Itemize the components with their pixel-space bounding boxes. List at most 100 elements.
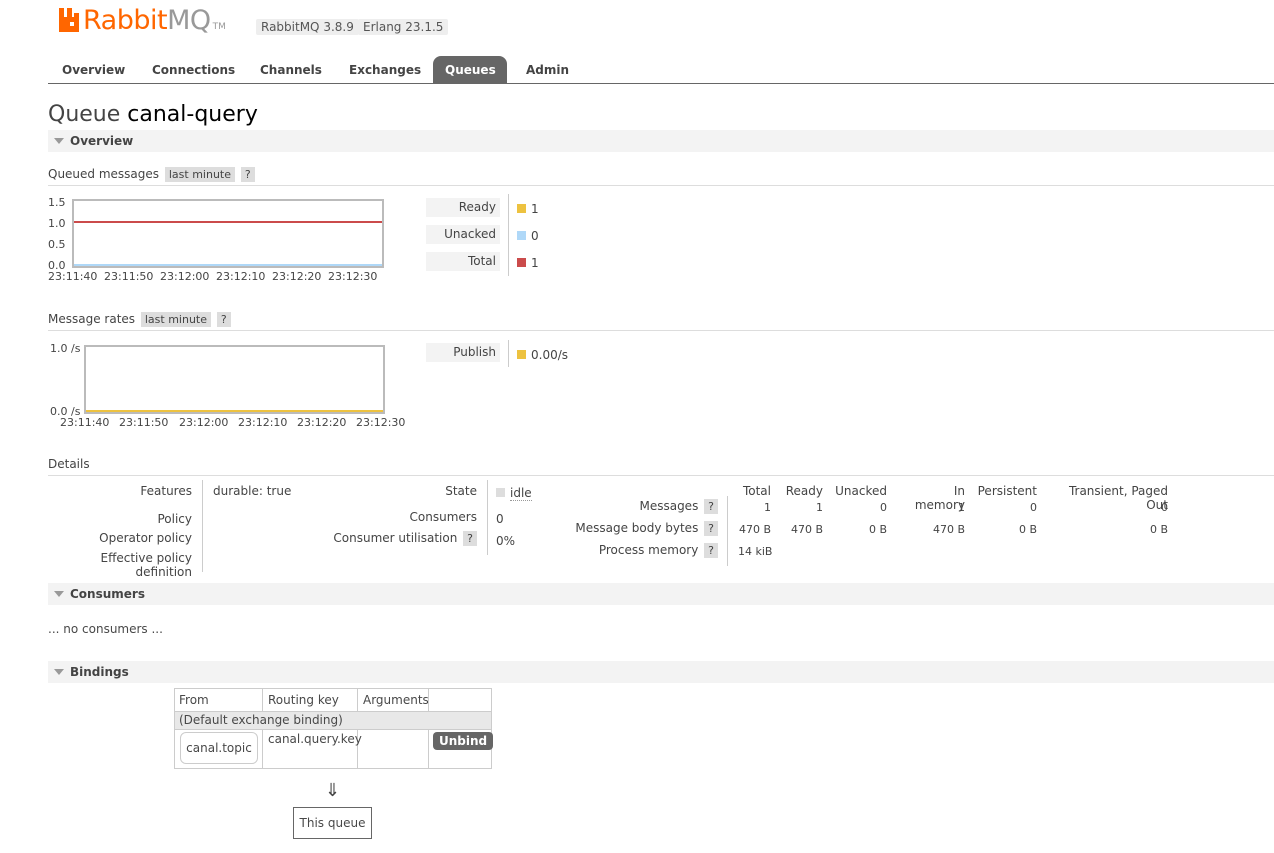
rates-x-tick: 23:11:50 [119,416,169,429]
unacked-swatch [517,231,526,240]
page-title: Queue canal-query [48,102,258,127]
binding-source-exchange[interactable]: canal.topic [180,732,258,764]
table-divider [428,730,429,768]
body-bytes-in-memory: 470 B [932,523,965,536]
rates-help-icon[interactable]: ? [216,312,231,327]
messages-unacked: 0 [880,501,887,514]
legend-ready-value: 1 [517,202,539,216]
body-bytes-help-icon[interactable]: ? [704,521,718,536]
queued-help-icon[interactable]: ? [240,167,255,182]
col-arguments: Arguments [363,693,429,707]
consumer-util-help-icon[interactable]: ? [463,531,477,546]
col-unacked: Unacked [835,484,887,498]
state-label: State [445,484,477,498]
consumers-label: Consumers [409,510,477,524]
queued-x-tick: 23:12:00 [160,270,210,283]
section-overview-label: Overview [70,134,134,148]
state-value: idle [496,486,532,501]
section-bindings-label: Bindings [70,665,129,679]
features-label: Features [140,484,192,498]
queued-x-tick: 23:12:30 [328,270,378,283]
operator-policy-label: Operator policy [99,531,192,545]
table-divider [357,689,358,711]
rates-y-tick: 1.0 /s [50,342,81,355]
tab-channels[interactable]: Channels [248,56,334,83]
row-message-body-bytes-label: Message body bytes ? [570,521,718,536]
messages-help-icon[interactable]: ? [704,499,718,514]
section-consumers-toggle[interactable]: Consumers [48,583,1274,605]
bindings-table: From Routing key Arguments (Default exch… [174,688,494,769]
rates-range-selector[interactable]: last minute [140,312,212,327]
queued-x-tick: 23:12:10 [216,270,266,283]
table-divider [428,689,429,711]
queued-messages-chart [72,199,384,268]
collapse-triangle-icon [54,138,64,144]
queued-x-tick: 23:11:40 [48,270,98,283]
legend-total-label: Total [426,252,500,271]
this-queue-box: This queue [293,807,372,839]
legend-unacked-label: Unacked [426,225,500,244]
rabbitmq-logo[interactable]: RabbitMQ TM [58,4,226,36]
queued-messages-label: Queued messages [48,167,160,181]
legend-separator [508,340,509,367]
messages-persistent: 0 [1030,501,1037,514]
tab-admin[interactable]: Admin [514,56,581,83]
section-overview-toggle[interactable]: Overview [48,130,1274,152]
col-persistent: Persistent [977,484,1037,498]
message-rates-label: Message rates [48,312,136,326]
row-messages-label: Messages ? [570,499,718,514]
effective-policy-label: Effective policy definition [100,551,193,579]
table-divider [262,689,263,711]
rates-x-tick: 23:11:40 [60,416,110,429]
section-consumers-label: Consumers [70,587,145,601]
rabbitmq-version: RabbitMQ 3.8.9 [256,19,359,35]
state-idle-indicator [496,488,505,497]
queued-messages-header: Queued messages last minute ? [48,167,1274,186]
message-rates-header: Message rates last minute ? [48,312,1274,331]
consumers-value: 0 [496,512,504,526]
queued-y-tick: 1.5 [48,196,66,209]
body-bytes-unacked: 0 B [868,523,887,536]
queue-name: canal-query [127,102,258,127]
messages-transient: 0 [1161,501,1168,514]
queued-range-selector[interactable]: last minute [164,167,236,182]
body-bytes-ready: 470 B [790,523,823,536]
binding-routing-key: canal.query.key [268,732,362,746]
tab-overview[interactable]: Overview [50,56,137,83]
body-bytes-transient: 0 B [1149,523,1168,536]
col-routing-key: Routing key [268,693,339,707]
logo-wordmark: RabbitMQ [83,5,211,36]
tab-connections[interactable]: Connections [140,56,247,83]
ready-swatch [517,204,526,213]
rates-x-tick: 23:12:20 [297,416,347,429]
legend-publish-label: Publish [426,343,500,362]
collapse-triangle-icon [54,669,64,675]
details-separator [487,480,488,555]
tab-exchanges[interactable]: Exchanges [337,56,433,83]
publish-swatch [517,350,526,359]
rabbit-logo-icon [59,8,79,32]
details-separator [727,496,728,566]
section-bindings-toggle[interactable]: Bindings [48,661,1274,683]
default-binding-label: (Default exchange binding) [179,713,343,727]
tab-queues[interactable]: Queues [433,56,507,83]
col-ready: Ready [785,484,823,498]
main-nav-tabs: Overview Connections Channels Exchanges … [48,56,1274,84]
messages-in-memory: 1 [958,501,965,514]
process-memory-help-icon[interactable]: ? [704,543,718,558]
legend-ready-label: Ready [426,198,500,217]
legend-separator [508,194,509,276]
legend-publish-value: 0.00/s [517,348,568,362]
policy-label: Policy [157,512,192,526]
message-rates-chart [84,345,385,414]
details-label: Details [48,457,90,471]
default-binding-row: (Default exchange binding) [175,712,491,730]
erlang-version: Erlang 23.1.5 [358,19,449,35]
body-bytes-persistent: 0 B [1018,523,1037,536]
unbind-button[interactable]: Unbind [433,732,494,750]
rates-x-tick: 23:12:30 [356,416,406,429]
queued-y-tick: 1.0 [48,217,66,230]
features-value: durable: true [213,484,292,498]
queued-y-tick: 0.5 [48,238,66,251]
col-from: From [179,693,209,707]
